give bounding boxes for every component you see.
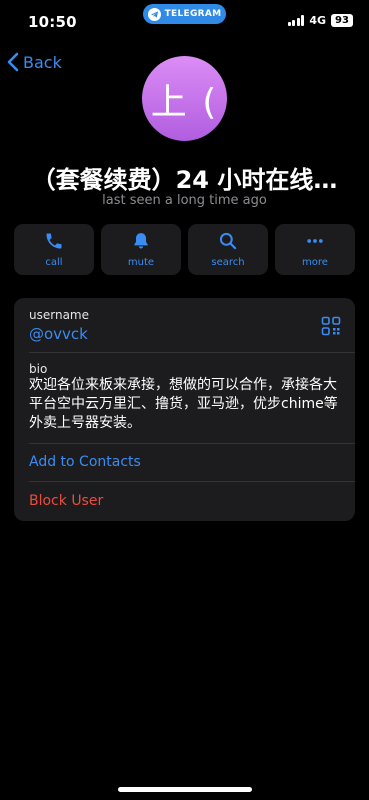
phone-icon	[46, 233, 62, 249]
more-button[interactable]: more	[275, 224, 355, 275]
bio-label: bio	[29, 362, 48, 376]
status-indicators: 4G 93	[287, 14, 353, 27]
username-label: username	[29, 308, 89, 322]
action-bar: call mute search more	[14, 224, 355, 275]
chevron-left-icon	[7, 52, 19, 72]
more-label: more	[302, 257, 328, 268]
mute-label: mute	[127, 257, 155, 268]
divider	[29, 443, 355, 444]
qr-code-icon[interactable]	[321, 316, 341, 336]
profile-name: （套餐续费）24 小时在线…	[31, 166, 338, 194]
signal-icon	[287, 15, 305, 26]
username-value[interactable]: @ovvck	[29, 325, 88, 343]
telegram-pill[interactable]: TELEGRAM	[143, 4, 226, 24]
divider	[29, 352, 355, 353]
back-button[interactable]: Back	[6, 52, 62, 72]
search-icon	[219, 232, 237, 250]
back-label: Back	[23, 52, 62, 72]
avatar-initials: 上 (	[150, 81, 219, 123]
home-indicator[interactable]	[118, 787, 252, 792]
block-user-button[interactable]: Block User	[29, 493, 103, 509]
add-to-contacts-button[interactable]: Add to Contacts	[29, 454, 141, 470]
info-card: username @ovvck bio 欢迎各位来板来承接，想做的可以合作，承接…	[14, 298, 355, 521]
call-label: call	[45, 257, 63, 268]
search-label: search	[211, 257, 245, 268]
mute-button[interactable]: mute	[101, 224, 181, 275]
ellipsis-icon	[307, 239, 323, 243]
battery-icon: 93	[331, 14, 353, 27]
telegram-icon	[147, 7, 161, 21]
call-button[interactable]: call	[14, 224, 94, 275]
bell-icon	[134, 233, 148, 249]
telegram-pill-label: TELEGRAM	[164, 9, 222, 19]
search-button[interactable]: search	[188, 224, 268, 275]
avatar[interactable]: 上 (	[142, 56, 227, 141]
status-bar: 10:50 TELEGRAM 4G 93	[0, 0, 369, 44]
bio-text: 欢迎各位来板来承接，想做的可以合作，承接各大平台空中云万里汇、撸货，亚马逊，优步…	[29, 377, 338, 431]
network-type: 4G	[309, 14, 326, 27]
last-seen-status: last seen a long time ago	[102, 193, 267, 208]
status-time: 10:50	[28, 13, 77, 31]
username-row[interactable]: username @ovvck	[14, 298, 355, 352]
divider	[29, 481, 355, 482]
